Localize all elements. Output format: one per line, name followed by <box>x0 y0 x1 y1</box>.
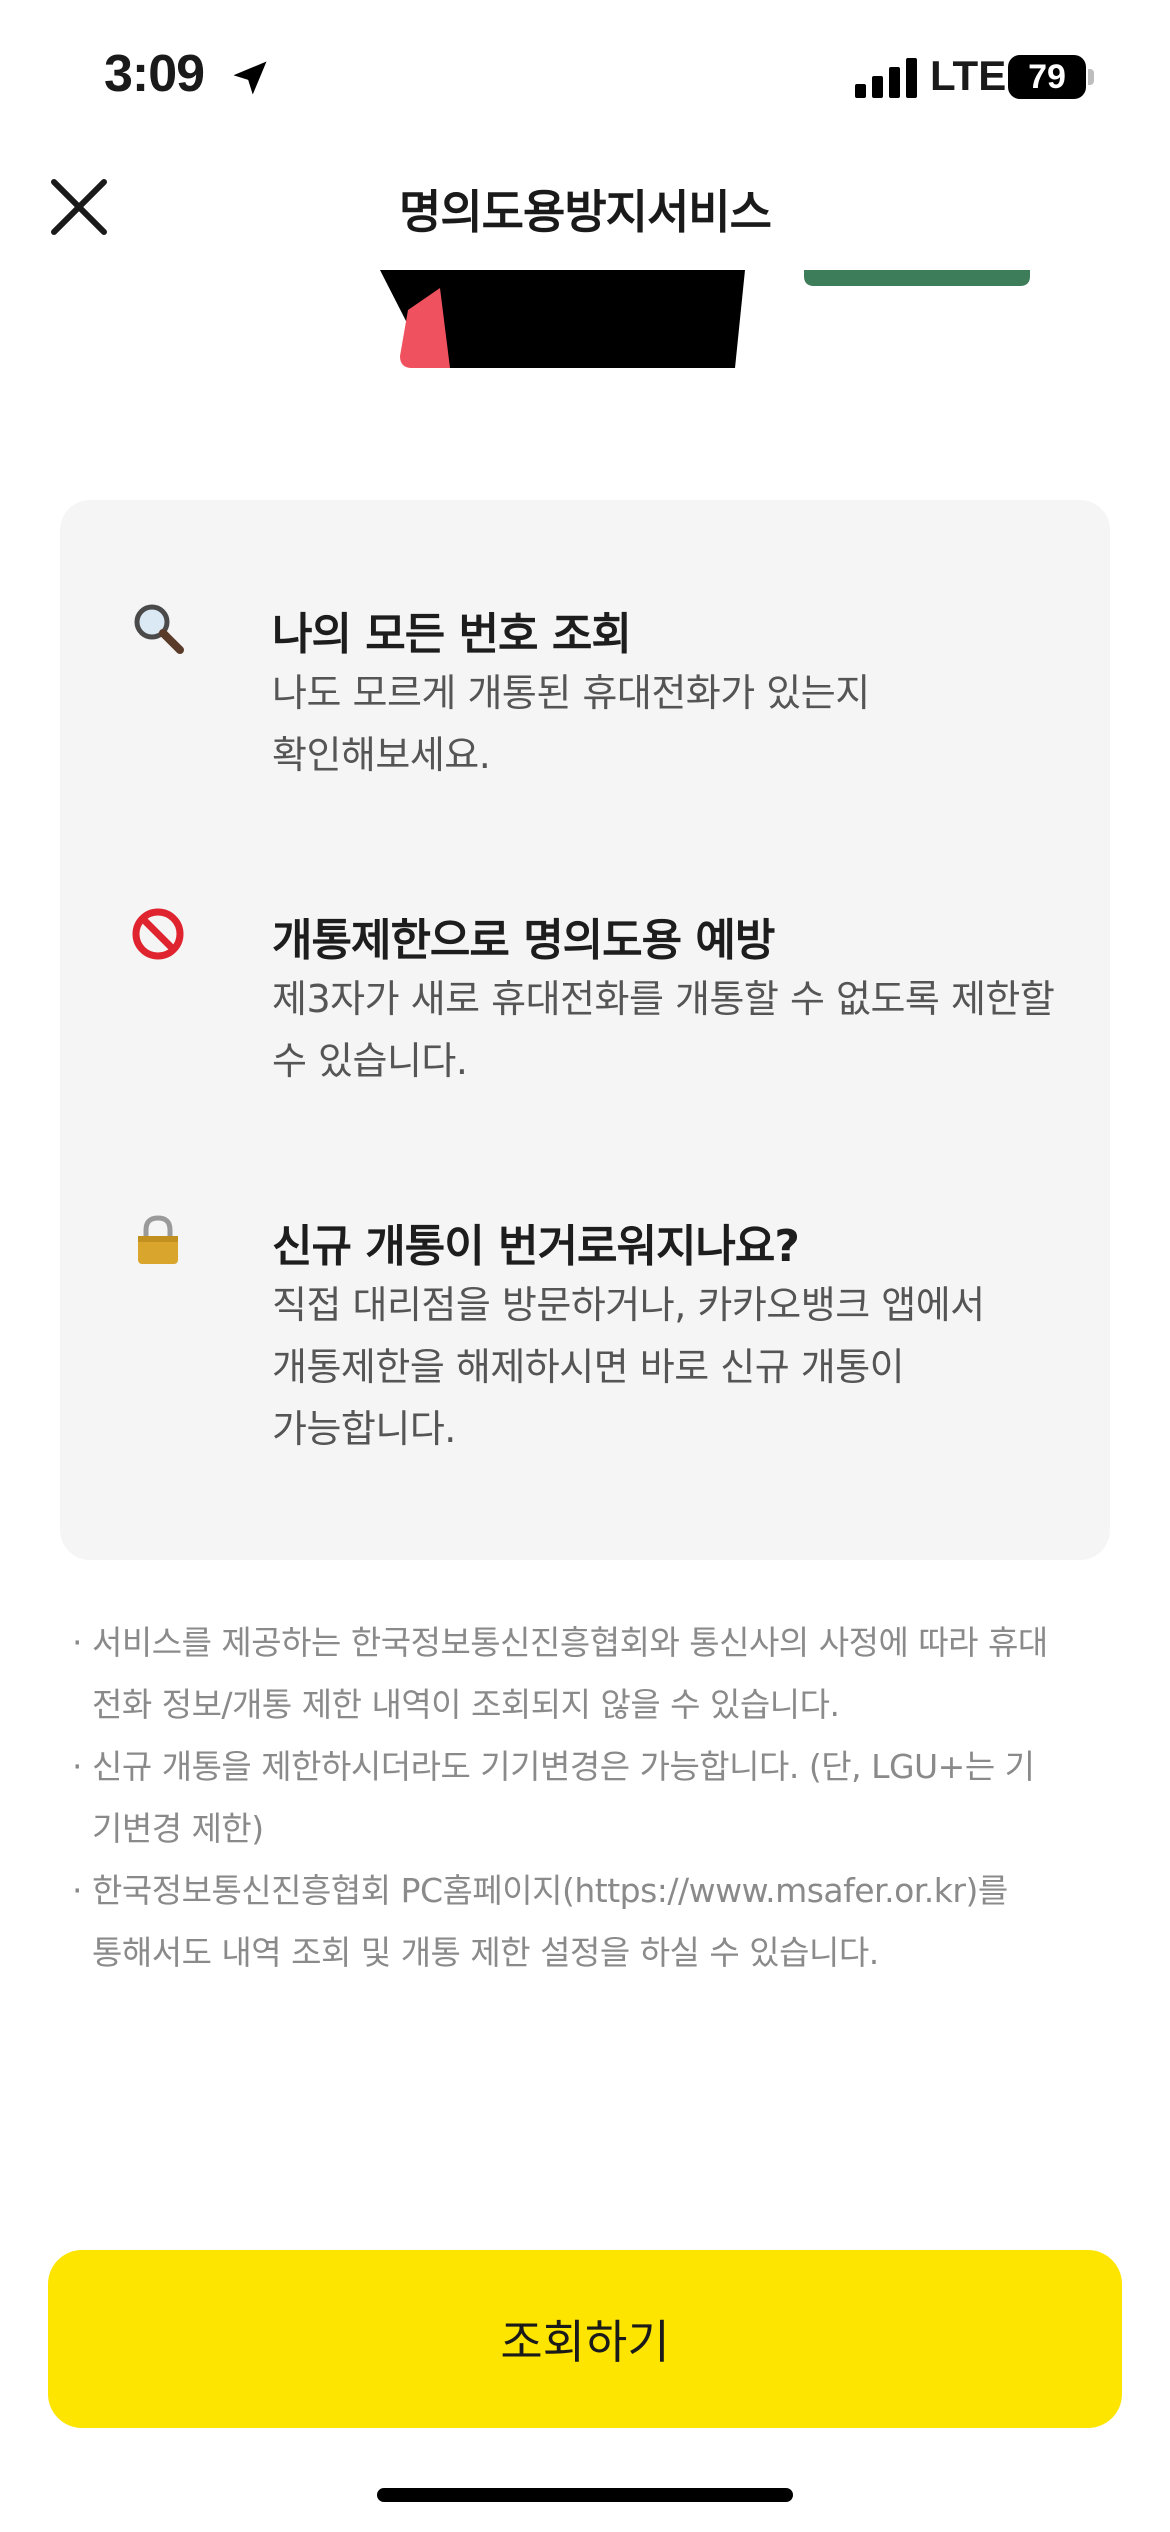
notice-item: 한국정보통신진흥협회 PC홈페이지(https://www.msafer.or.… <box>72 1860 1112 1984</box>
padlock-icon <box>138 1215 178 1264</box>
home-indicator[interactable] <box>377 2488 793 2502</box>
feature-description: 직접 대리점을 방문하거나, 카카오뱅크 앱에서 개통제한을 해제하시면 바로 … <box>272 1283 985 1451</box>
magnifier-icon <box>134 604 184 654</box>
notice-item: 신규 개통을 제한하시더라도 기기변경은 가능합니다. (단, LGU+는 기 … <box>72 1736 1112 1860</box>
location-arrow-icon <box>233 61 267 95</box>
lookup-button[interactable]: 조회하기 <box>48 2250 1122 2428</box>
page-title: 명의도용방지서비스 <box>399 185 772 239</box>
feature-description: 제3자가 새로 휴대전화를 개통할 수 없도록 제한할 수 있습니다. <box>272 977 1055 1083</box>
status-time: 3:09 <box>104 45 205 103</box>
battery-icon: 79 <box>1008 55 1094 99</box>
notice-list: 서비스를 제공하는 한국정보통신진흥협회와 통신사의 사정에 따라 휴대 전화 … <box>72 1612 1112 1984</box>
hero-illustration <box>380 270 1030 368</box>
battery-level: 79 <box>1028 58 1066 96</box>
app-screen: 3:09 LTE 79 명의도용방지서비스 나의 모든 번호 조회 나도 모르게… <box>0 0 1170 2532</box>
feature-title: 개통제한으로 명의도용 예방 <box>272 915 775 966</box>
prohibited-icon <box>132 908 184 960</box>
info-card: 나의 모든 번호 조회 나도 모르게 개통된 휴대전화가 있는지 확인해보세요.… <box>60 500 1110 1560</box>
signal-bars-icon <box>855 58 917 98</box>
feature-title: 신규 개통이 번거로워지나요? <box>272 1221 800 1272</box>
nav-bar: 명의도용방지서비스 <box>0 150 1170 270</box>
network-label: LTE <box>930 52 1007 99</box>
notice-item: 서비스를 제공하는 한국정보통신진흥협회와 통신사의 사정에 따라 휴대 전화 … <box>72 1612 1112 1736</box>
feature-title: 나의 모든 번호 조회 <box>272 609 632 660</box>
feature-description: 나도 모르게 개통된 휴대전화가 있는지 확인해보세요. <box>272 671 870 777</box>
status-bar: 3:09 LTE 79 <box>0 0 1170 150</box>
